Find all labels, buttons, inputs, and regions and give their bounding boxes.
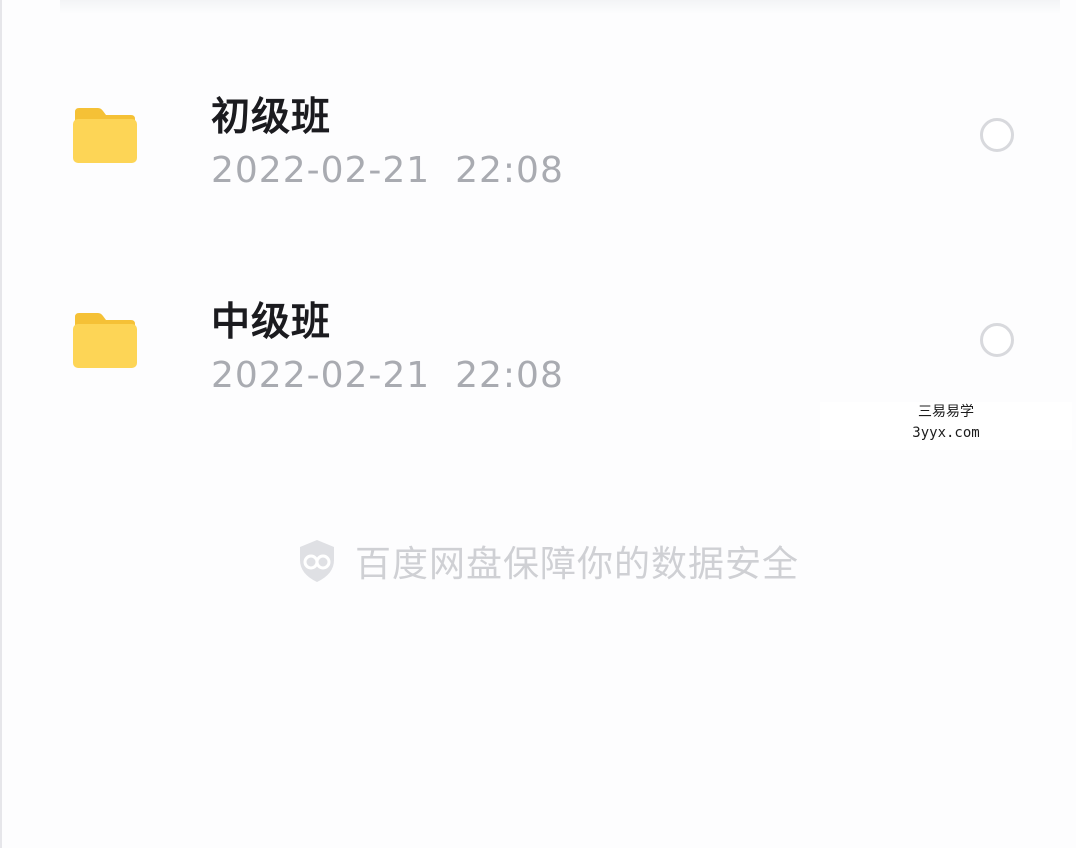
- file-time: 22:08: [455, 150, 564, 191]
- file-name: 中级班: [211, 300, 332, 345]
- file-row-1[interactable]: 初级班 2022-02-21 22:08: [0, 70, 1076, 260]
- folder-icon: [73, 108, 137, 163]
- watermark-title: 三易易学: [918, 404, 974, 420]
- file-name: 初级班: [211, 95, 332, 140]
- security-text: 百度网盘保障你的数据安全: [355, 544, 800, 585]
- folder-icon: [73, 313, 137, 368]
- top-shadow: [60, 0, 1060, 14]
- file-modified-time: 2022-02-21 22:08: [211, 355, 564, 396]
- file-date: 2022-02-21: [211, 355, 431, 396]
- shield-icon: [300, 540, 334, 582]
- file-date: 2022-02-21: [211, 150, 431, 191]
- watermark-url: 3yyx.com: [912, 425, 980, 441]
- security-note: 百度网盘保障你的数据安全: [297, 534, 799, 588]
- watermark: 三易易学 3yyx.com: [820, 402, 1072, 450]
- file-modified-time: 2022-02-21 22:08: [211, 150, 564, 191]
- select-radio[interactable]: [980, 323, 1014, 357]
- file-time: 22:08: [455, 355, 564, 396]
- select-radio[interactable]: [980, 118, 1014, 152]
